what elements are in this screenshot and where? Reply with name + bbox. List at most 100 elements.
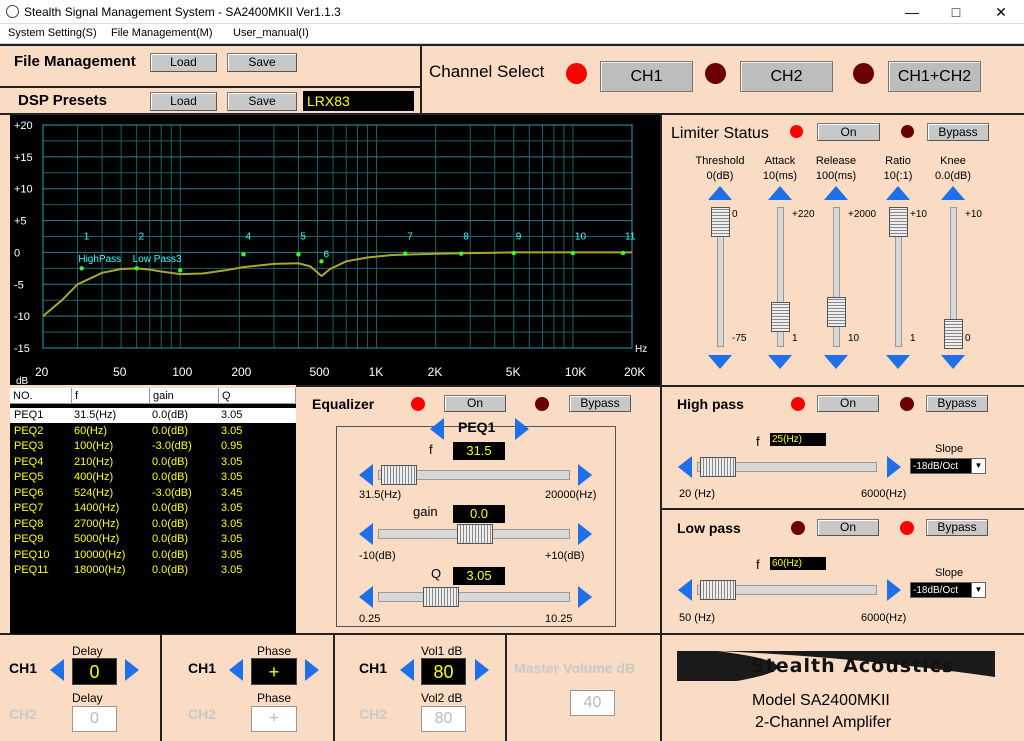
limiter-param-value: 10(ms) xyxy=(762,170,798,182)
delay-ch2-value[interactable]: 0 xyxy=(72,706,117,732)
band-point[interactable] xyxy=(296,252,301,257)
dsp-preset-name[interactable]: LRX83 xyxy=(303,91,414,111)
q-increase-icon[interactable] xyxy=(578,586,592,608)
eq-bypass-button[interactable]: Bypass xyxy=(569,395,631,412)
ch1-ch2-button[interactable]: CH1+CH2 xyxy=(888,61,981,92)
menu-system-setting[interactable]: System Setting(S) xyxy=(8,27,97,39)
vol-increase-icon[interactable] xyxy=(475,659,489,681)
band-next-icon[interactable] xyxy=(515,418,529,440)
q-decrease-icon[interactable] xyxy=(359,586,373,608)
table-row[interactable]: PEQ11 18000(Hz) 0.0(dB) 3.05 xyxy=(10,563,296,578)
delay-decrease-icon[interactable] xyxy=(50,659,64,681)
table-row[interactable]: PEQ9 5000(Hz) 0.0(dB) 3.05 xyxy=(10,532,296,547)
dsp-load-button[interactable]: Load xyxy=(150,92,217,111)
table-row[interactable]: PEQ2 60(Hz) 0.0(dB) 3.05 xyxy=(10,424,296,439)
highpass-on-button[interactable]: On xyxy=(817,395,879,412)
f-decrease-icon[interactable] xyxy=(359,464,373,486)
dsp-save-button[interactable]: Save xyxy=(227,92,297,111)
band-point[interactable] xyxy=(241,252,246,257)
release-thumb[interactable] xyxy=(827,296,846,327)
delay-increase-icon[interactable] xyxy=(125,659,139,681)
lowpass-slope-select[interactable]: -18dB/Oct ▼ xyxy=(910,582,986,598)
maximize-icon[interactable]: □ xyxy=(941,2,971,22)
eq-q-slider[interactable] xyxy=(378,592,570,602)
table-row[interactable]: PEQ4 210(Hz) 0.0(dB) 3.05 xyxy=(10,455,296,470)
close-icon[interactable]: ✕ xyxy=(986,2,1016,22)
lowpass-f-value[interactable]: 60(Hz) xyxy=(770,557,826,570)
lowpass-decrease-icon[interactable] xyxy=(678,579,692,601)
lowpass-increase-icon[interactable] xyxy=(887,579,901,601)
eq-gain-thumb[interactable] xyxy=(457,524,493,544)
table-row[interactable]: PEQ5 400(Hz) 0.0(dB) 3.05 xyxy=(10,470,296,485)
ch1-button[interactable]: CH1 xyxy=(600,61,693,92)
phase-increase-icon[interactable] xyxy=(305,659,319,681)
minimize-icon[interactable]: — xyxy=(897,2,927,22)
highpass-thumb[interactable] xyxy=(700,457,736,477)
band-point[interactable] xyxy=(570,250,576,256)
limiter-param-name: Ratio xyxy=(885,155,911,167)
phase-decrease-icon[interactable] xyxy=(229,659,243,681)
band-point[interactable] xyxy=(134,266,139,271)
eq-gain-value[interactable]: 0.0 xyxy=(453,505,505,523)
eq-q-value[interactable]: 3.05 xyxy=(453,567,505,585)
vol-ch1-value[interactable]: 80 xyxy=(421,658,466,685)
threshold-thumb[interactable] xyxy=(711,207,730,237)
attack-thumb[interactable] xyxy=(771,302,790,333)
ratio-down-icon[interactable] xyxy=(886,355,910,369)
lowpass-thumb[interactable] xyxy=(700,580,736,600)
delay-ch1-value[interactable]: 0 xyxy=(72,658,117,685)
phase-ch1-value[interactable]: + xyxy=(251,658,297,685)
chevron-down-icon[interactable]: ▼ xyxy=(971,583,985,597)
band-point[interactable] xyxy=(511,250,516,256)
highpass-decrease-icon[interactable] xyxy=(678,456,692,478)
release-down-icon[interactable] xyxy=(824,355,848,369)
menu-file-management[interactable]: File Management(M) xyxy=(111,27,212,39)
f-increase-icon[interactable] xyxy=(578,464,592,486)
vol-ch2-value[interactable]: 80 xyxy=(421,706,466,732)
threshold-up-icon[interactable] xyxy=(708,186,732,200)
lowpass-on-button[interactable]: On xyxy=(817,519,879,536)
attack-up-icon[interactable] xyxy=(768,186,792,200)
highpass-bypass-button[interactable]: Bypass xyxy=(926,395,988,412)
highpass-increase-icon[interactable] xyxy=(887,456,901,478)
knee-down-icon[interactable] xyxy=(941,355,965,369)
limiter-bypass-button[interactable]: Bypass xyxy=(927,123,989,141)
band-prev-icon[interactable] xyxy=(430,418,444,440)
band-point[interactable] xyxy=(79,266,84,271)
table-row[interactable]: PEQ6 524(Hz) -3.0(dB) 3.45 xyxy=(10,486,296,501)
table-row[interactable]: PEQ1 31.5(Hz) 0.0(dB) 3.05 xyxy=(10,408,296,423)
band-point[interactable] xyxy=(459,251,464,256)
table-row[interactable]: PEQ8 2700(Hz) 0.0(dB) 3.05 xyxy=(10,517,296,532)
table-row[interactable]: PEQ7 1400(Hz) 0.0(dB) 3.05 xyxy=(10,501,296,516)
gain-increase-icon[interactable] xyxy=(578,523,592,545)
gain-decrease-icon[interactable] xyxy=(359,523,373,545)
release-up-icon[interactable] xyxy=(824,186,848,200)
limiter-on-button[interactable]: On xyxy=(817,123,880,141)
highpass-slope-select[interactable]: -18dB/Oct ▼ xyxy=(910,458,986,474)
table-row[interactable]: PEQ3 100(Hz) -3.0(dB) 0.95 xyxy=(10,439,296,454)
eq-f-value[interactable]: 31.5 xyxy=(453,442,505,460)
table-row[interactable]: PEQ10 10000(Hz) 0.0(dB) 3.05 xyxy=(10,548,296,563)
band-point[interactable] xyxy=(403,251,408,256)
band-point[interactable] xyxy=(178,268,183,273)
band-point[interactable] xyxy=(620,250,626,256)
threshold-down-icon[interactable] xyxy=(708,355,732,369)
vol-decrease-icon[interactable] xyxy=(400,659,414,681)
master-volume-value[interactable]: 40 xyxy=(570,690,615,716)
chevron-down-icon[interactable]: ▼ xyxy=(971,459,985,473)
ratio-up-icon[interactable] xyxy=(886,186,910,200)
eq-on-button[interactable]: On xyxy=(444,395,506,412)
ratio-thumb[interactable] xyxy=(889,207,908,237)
highpass-f-value[interactable]: 25(Hz) xyxy=(770,433,826,446)
eq-q-thumb[interactable] xyxy=(423,587,459,607)
menu-user-manual[interactable]: User_manual(I) xyxy=(233,27,309,39)
attack-down-icon[interactable] xyxy=(768,355,792,369)
knee-up-icon[interactable] xyxy=(941,186,965,200)
lowpass-bypass-button[interactable]: Bypass xyxy=(926,519,988,536)
ch2-button[interactable]: CH2 xyxy=(740,61,833,92)
file-load-button[interactable]: Load xyxy=(150,53,217,72)
eq-f-thumb[interactable] xyxy=(381,465,417,485)
knee-thumb[interactable] xyxy=(944,319,963,349)
phase-ch2-value[interactable]: + xyxy=(251,706,297,732)
file-save-button[interactable]: Save xyxy=(227,53,297,72)
